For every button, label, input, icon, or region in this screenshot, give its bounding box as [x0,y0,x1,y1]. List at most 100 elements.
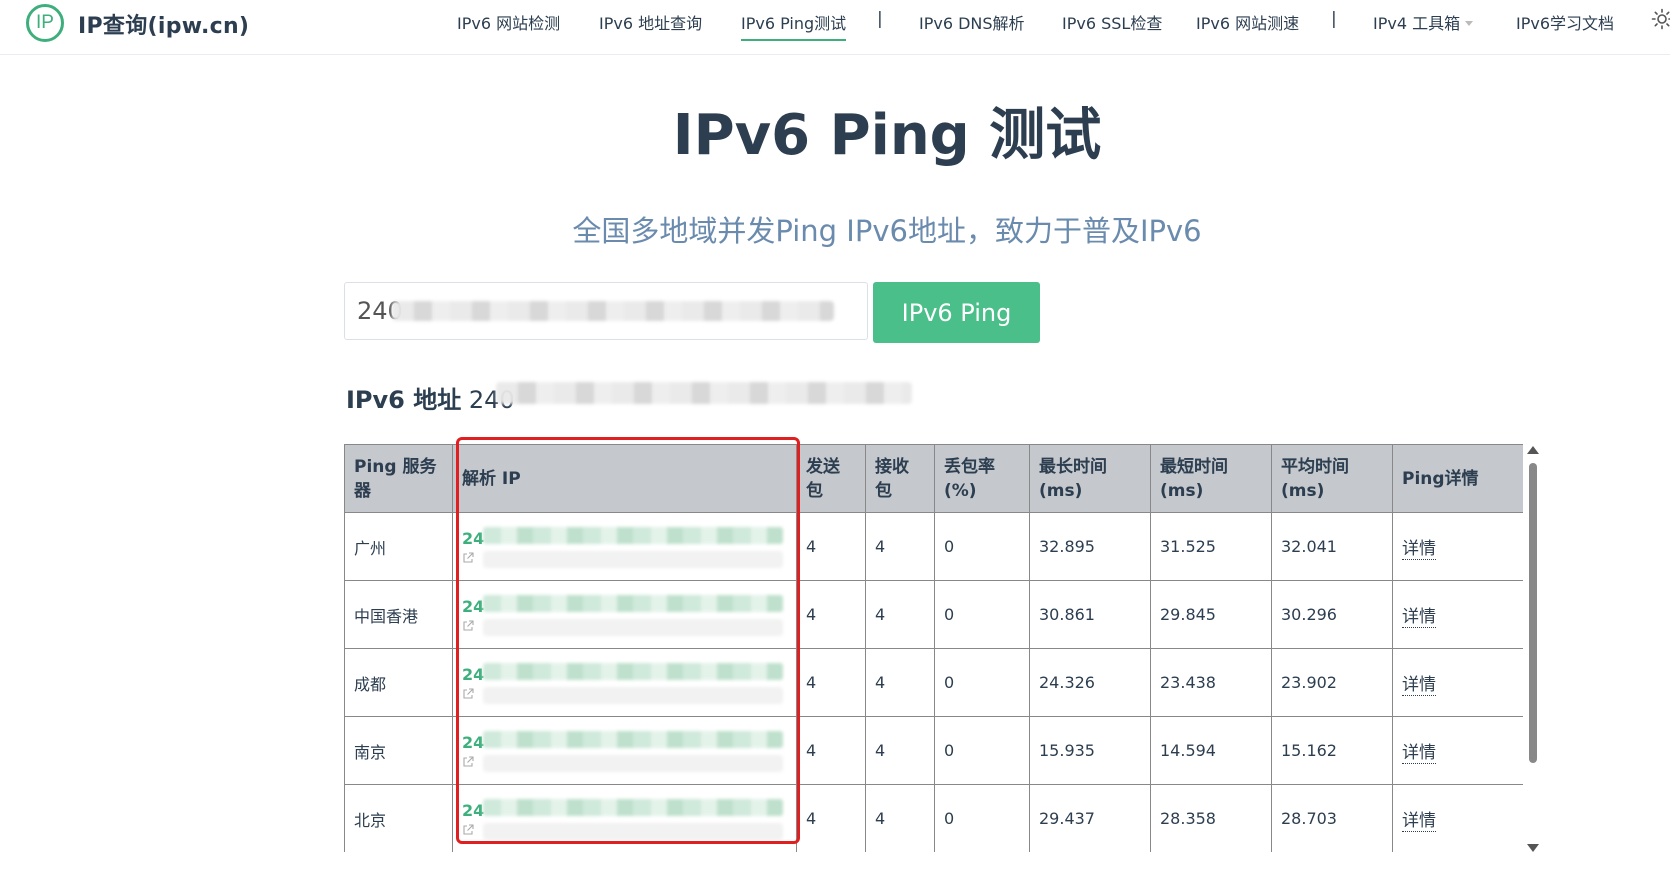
table-row: 广州 24 4 4 0 32.895 31.525 32.041 详情 [344,512,1523,581]
chevron-down-icon [1465,21,1474,26]
cell-max: 24.326 [1029,648,1151,717]
cell-detail: 详情 [1392,512,1523,581]
external-link-icon[interactable] [462,620,474,632]
detail-link[interactable]: 详情 [1402,539,1436,560]
cell-loss: 0 [934,716,1030,785]
external-link-icon[interactable] [462,688,474,700]
nav-ipv4-toolbox-label: IPv4 工具箱 [1373,14,1461,33]
nav-separator: | [877,9,883,29]
resolved-ip-link[interactable]: 24 [462,529,484,548]
table-row: 南京 24 4 4 0 15.935 14.594 15.162 详情 [344,716,1523,785]
cell-avg: 23.902 [1271,648,1393,717]
redacted-ip-mask [483,551,783,568]
detail-link[interactable]: 详情 [1402,811,1436,832]
redacted-address-mask [496,382,912,404]
cell-min: 23.438 [1150,648,1272,717]
cell-server: 广州 [344,512,453,581]
redacted-ip-mask [483,731,783,748]
logo-icon[interactable]: IP [26,4,64,42]
scroll-up-arrow-icon[interactable] [1527,446,1539,454]
external-link-icon[interactable] [462,824,474,836]
cell-avg: 15.162 [1271,716,1393,785]
cell-max: 29.437 [1029,784,1151,852]
table-scrollbar[interactable] [1526,444,1540,854]
nav-ipv4-toolbox[interactable]: IPv4 工具箱 [1373,10,1474,34]
nav-ipv6-speed-test[interactable]: IPv6 网站测速 [1196,10,1299,34]
cell-max: 32.895 [1029,512,1151,581]
redacted-ip-mask [483,799,783,816]
cell-server: 南京 [344,716,453,785]
cell-received: 4 [865,580,935,649]
detail-link[interactable]: 详情 [1402,675,1436,696]
cell-min: 14.594 [1150,716,1272,785]
nav-ipv6-address-lookup[interactable]: IPv6 地址查询 [599,10,702,34]
site-logo-text[interactable]: IP查询(ipw.cn) [78,8,249,40]
cell-ip: 24 [452,716,797,785]
table-row: 成都 24 4 4 0 24.326 23.438 23.902 详情 [344,648,1523,717]
cell-avg: 32.041 [1271,512,1393,581]
col-header-max: 最长时间(ms) [1029,444,1151,513]
col-header-detail: Ping详情 [1392,444,1523,513]
resolved-ip-link[interactable]: 24 [462,733,484,752]
page-title: IPv6 Ping 测试 [672,103,1102,168]
nav-separator: | [1331,9,1337,29]
cell-min: 31.525 [1150,512,1272,581]
redacted-ip-mask [483,823,783,840]
table-row: 北京 24 4 4 0 29.437 28.358 28.703 详情 [344,784,1523,852]
resolved-ip-link[interactable]: 24 [462,801,484,820]
col-header-received: 接收包 [865,444,935,513]
scroll-down-arrow-icon[interactable] [1527,844,1539,852]
nav-ipv6-docs[interactable]: IPv6学习文档 [1516,10,1614,34]
sun-icon[interactable] [1651,8,1670,30]
external-link-icon[interactable] [462,552,474,564]
cell-loss: 0 [934,648,1030,717]
table-header-row: Ping 服务器 解析 IP 发送包 接收包 丢包率(%) 最长时间(ms) 最… [344,444,1523,513]
cell-max: 30.861 [1029,580,1151,649]
cell-avg: 30.296 [1271,580,1393,649]
detail-link[interactable]: 详情 [1402,607,1436,628]
cell-received: 4 [865,512,935,581]
nav-ipv6-ssl[interactable]: IPv6 SSL检查 [1062,10,1162,34]
detail-link[interactable]: 详情 [1402,743,1436,764]
cell-avg: 28.703 [1271,784,1393,852]
cell-server: 中国香港 [344,580,453,649]
cell-ip: 24 [452,580,797,649]
ipv6-address-line: IPv6 地址 240 [346,380,515,415]
cell-ip: 24 [452,784,797,852]
scroll-thumb[interactable] [1529,463,1537,763]
col-header-ip: 解析 IP [452,444,797,513]
cell-detail: 详情 [1392,784,1523,852]
redacted-ip-mask [483,527,783,544]
redacted-input-mask [392,301,834,321]
page-subtitle: 全国多地域并发Ping IPv6地址，致力于普及IPv6 [572,214,1202,248]
cell-sent: 4 [796,512,866,581]
cell-loss: 0 [934,580,1030,649]
cell-sent: 4 [796,784,866,852]
resolved-ip-link[interactable]: 24 [462,665,484,684]
ipv6-ping-button[interactable]: IPv6 Ping [873,282,1040,343]
nav-ipv6-dns[interactable]: IPv6 DNS解析 [919,10,1025,34]
redacted-ip-mask [483,663,783,680]
resolved-ip-link[interactable]: 24 [462,597,484,616]
col-header-avg: 平均时间(ms) [1271,444,1393,513]
cell-max: 15.935 [1029,716,1151,785]
nav-ipv6-ping-test[interactable]: IPv6 Ping测试 [741,10,847,41]
redacted-ip-mask [483,755,783,772]
cell-server: 成都 [344,648,453,717]
cell-ip: 24 [452,512,797,581]
nav-ipv6-site-check[interactable]: IPv6 网站检测 [457,10,560,34]
cell-min: 28.358 [1150,784,1272,852]
col-header-server: Ping 服务器 [344,444,453,513]
col-header-sent: 发送包 [796,444,866,513]
ping-results-table-container: Ping 服务器 解析 IP 发送包 接收包 丢包率(%) 最长时间(ms) 最… [344,444,1523,852]
external-link-icon[interactable] [462,756,474,768]
cell-received: 4 [865,648,935,717]
cell-received: 4 [865,784,935,852]
redacted-ip-mask [483,619,783,636]
cell-loss: 0 [934,784,1030,852]
top-navbar: IP IP查询(ipw.cn) IPv6 网站检测 IPv6 地址查询 IPv6… [0,0,1670,55]
ipv6-address-label: IPv6 地址 [346,386,462,414]
cell-loss: 0 [934,512,1030,581]
table-row: 中国香港 24 4 4 0 30.861 29.845 30.296 详情 [344,580,1523,649]
cell-min: 29.845 [1150,580,1272,649]
